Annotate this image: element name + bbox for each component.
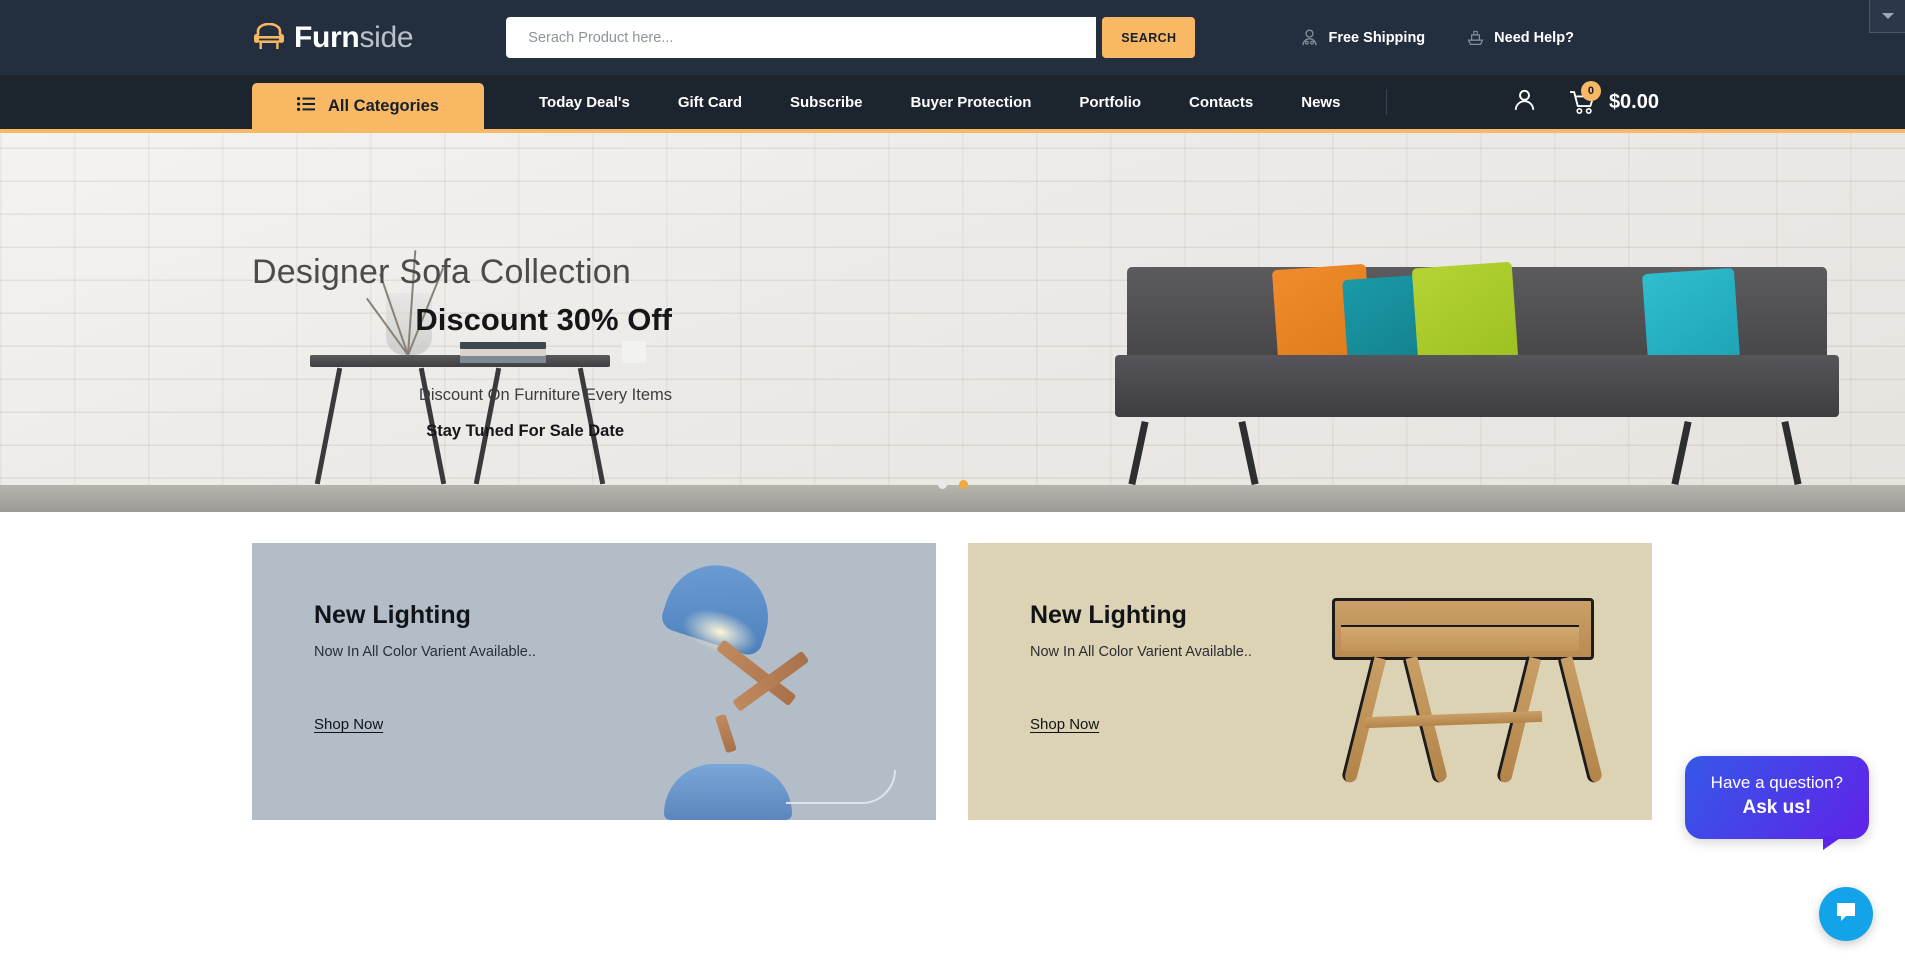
lamp-base: [664, 764, 792, 820]
user-icon[interactable]: [1512, 87, 1537, 117]
main-navbar: All Categories Today Deal's Gift Card Su…: [0, 75, 1905, 133]
top-header: Furnside SEARCH Free Shipping: [0, 0, 1905, 75]
lamp-arm: [714, 713, 737, 754]
sofa-leg: [1781, 420, 1802, 486]
nav-item-contacts[interactable]: Contacts: [1165, 94, 1277, 111]
desk-top: [1332, 598, 1594, 660]
need-help-label: Need Help?: [1494, 29, 1574, 46]
pillow-cyan: [1641, 267, 1741, 365]
nav-item-today-deals[interactable]: Today Deal's: [515, 94, 654, 111]
chat-cta-text: Ask us!: [1742, 797, 1812, 819]
lamp-cord: [786, 770, 896, 804]
sofa-icon: [252, 22, 286, 53]
chat-question-text: Have a question?: [1710, 773, 1843, 793]
slider-dot[interactable]: [937, 480, 947, 489]
cart-total: $0.00: [1608, 90, 1659, 113]
hero-tagline: Stay Tuned For Sale Date: [426, 422, 624, 440]
logo-text-bold: Furn: [294, 20, 360, 54]
hero-banner: Designer Sofa Collection Discount 30% Of…: [0, 133, 1905, 512]
site-logo[interactable]: Furnside: [252, 20, 414, 55]
free-shipping-label: Free Shipping: [1328, 29, 1426, 46]
hero-subtitle: Discount 30% Off: [415, 302, 672, 337]
promo-card-lighting-left[interactable]: New Lighting Now In All Color Varient Av…: [252, 543, 936, 820]
sofa-leg: [1671, 420, 1692, 486]
corner-dropdown-button[interactable]: [1869, 0, 1905, 33]
hero-description: Discount On Furniture Every Items: [418, 386, 672, 404]
all-categories-label: All Categories: [328, 96, 439, 115]
cart-count-badge: 0: [1580, 80, 1601, 101]
search-button[interactable]: SEARCH: [1102, 17, 1196, 58]
shop-now-link[interactable]: Shop Now: [1030, 716, 1099, 733]
nav-item-gift-card[interactable]: Gift Card: [654, 94, 766, 111]
search-input[interactable]: [506, 17, 1097, 58]
hero-text-block: Designer Sofa Collection Discount 30% Of…: [252, 253, 672, 441]
desk-drawer: [1341, 625, 1579, 651]
nav-item-buyer-protection[interactable]: Buyer Protection: [887, 94, 1056, 111]
free-shipping-link[interactable]: Free Shipping: [1300, 28, 1425, 47]
chat-launcher-button[interactable]: [1819, 887, 1873, 941]
sofa-image: [1065, 215, 1865, 486]
pillow-green: [1411, 261, 1519, 366]
chat-prompt-bubble[interactable]: Have a question? Ask us!: [1684, 756, 1869, 850]
logo-text: Furnside: [294, 20, 414, 55]
hero-title: Designer Sofa Collection: [252, 253, 631, 291]
nav-item-subscribe[interactable]: Subscribe: [766, 94, 887, 111]
promo-card-lighting-right[interactable]: New Lighting Now In All Color Varient Av…: [968, 543, 1652, 820]
hero-slider-dots: [937, 480, 968, 489]
shop-now-link[interactable]: Shop Now: [314, 716, 383, 733]
logo-text-light: side: [359, 20, 414, 54]
search-area: SEARCH: [506, 17, 1196, 58]
nav-divider: [1386, 89, 1388, 115]
cart-button[interactable]: 0 $0.00: [1569, 80, 1659, 115]
chevron-down-icon: [1881, 7, 1895, 25]
hero-floor: [0, 485, 1905, 512]
list-icon: [297, 96, 316, 116]
nav-item-news[interactable]: News: [1277, 94, 1364, 111]
sofa-leg: [1128, 420, 1149, 486]
wooden-desk-image: [1322, 586, 1622, 806]
ship-icon: [1466, 28, 1485, 47]
nav-item-portfolio[interactable]: Portfolio: [1055, 94, 1165, 111]
sofa-seat: [1115, 355, 1839, 417]
header-links: Free Shipping Need Help?: [1300, 28, 1574, 47]
desk-lamp-image: [608, 551, 908, 820]
nav-right-actions: 0 $0.00: [1512, 75, 1659, 129]
promo-cards: New Lighting Now In All Color Varient Av…: [252, 543, 1652, 820]
shipping-person-icon: [1300, 28, 1319, 47]
all-categories-button[interactable]: All Categories: [252, 83, 484, 129]
nav-menu: Today Deal's Gift Card Subscribe Buyer P…: [515, 75, 1388, 129]
need-help-link[interactable]: Need Help?: [1466, 28, 1574, 47]
cart-icon: 0: [1569, 80, 1601, 115]
sofa-leg: [1238, 420, 1259, 486]
slider-dot-active[interactable]: [958, 480, 968, 489]
chat-bubble-icon: [1833, 899, 1859, 930]
desk-leg: [1557, 656, 1604, 784]
